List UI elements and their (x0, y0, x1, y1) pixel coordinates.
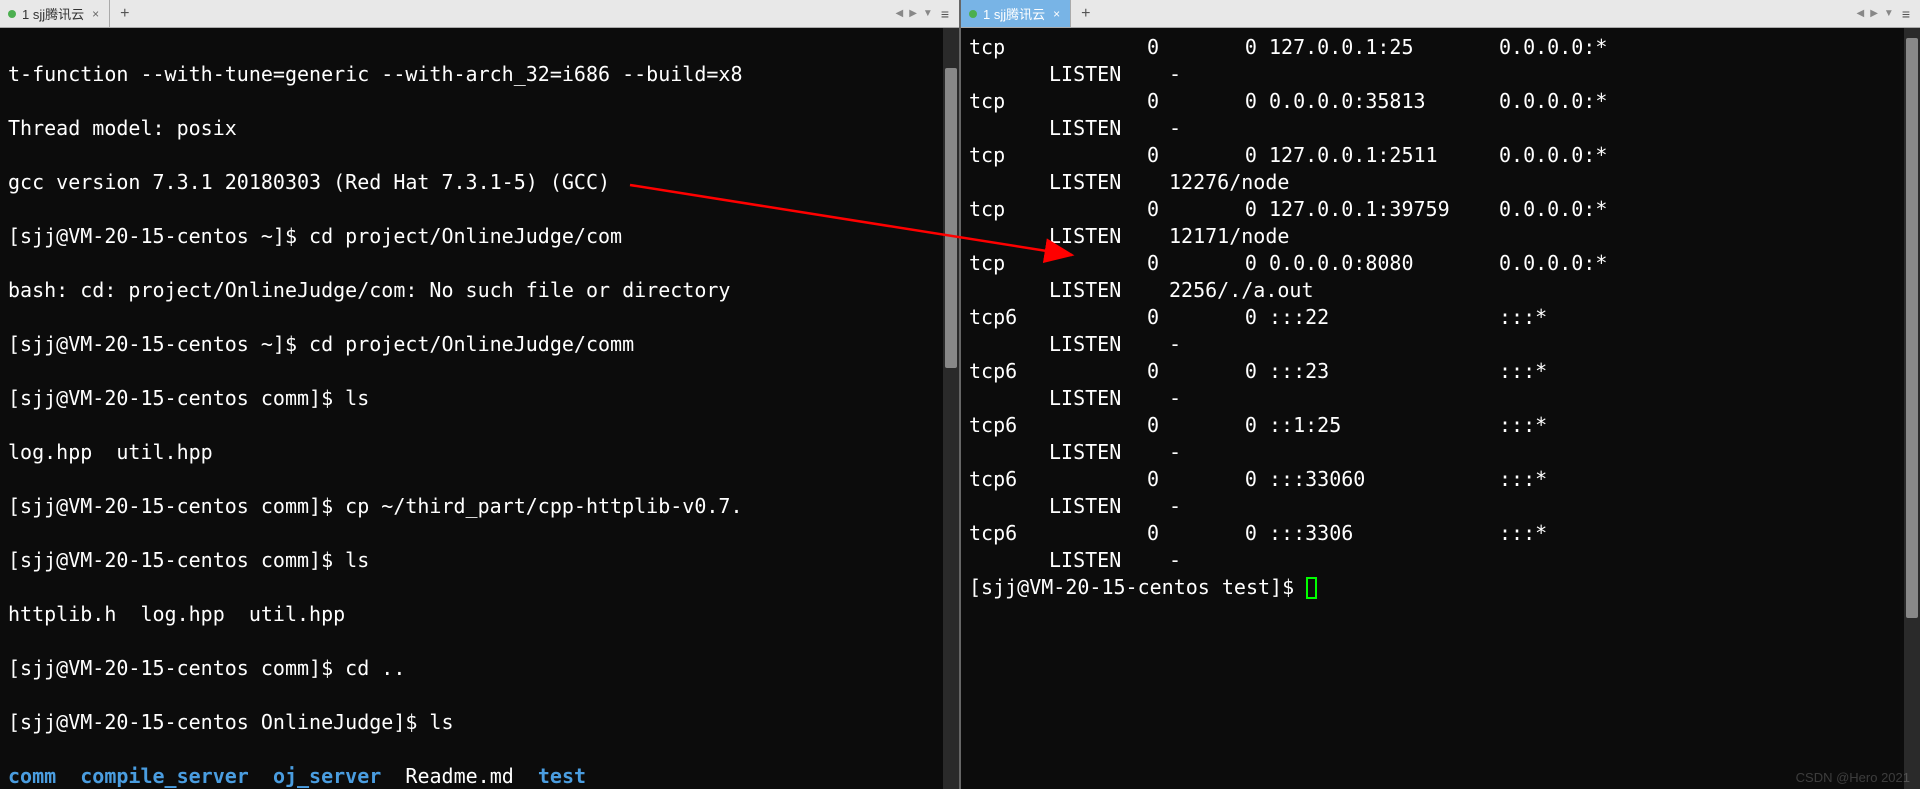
chevron-right-icon[interactable]: ▶ (907, 8, 919, 19)
terminal-line: [sjj@VM-20-15-centos OnlineJudge]$ ls (8, 709, 951, 736)
netstat-row-sub: LISTEN- (969, 439, 1912, 466)
tab-label: 1 sjj腾讯云 (22, 4, 84, 23)
netstat-row: tcp600 :::22:::* (969, 304, 1912, 331)
netstat-row-sub: LISTEN12276/node (969, 169, 1912, 196)
new-tab-button[interactable]: + (1071, 5, 1100, 23)
close-icon[interactable]: × (90, 7, 101, 21)
terminal-line: [sjj@VM-20-15-centos ~]$ cd project/Onli… (8, 331, 951, 358)
terminal-line: t-function --with-tune=generic --with-ar… (8, 61, 951, 88)
netstat-row: tcp600 :::3306:::* (969, 520, 1912, 547)
scrollbar-left[interactable] (943, 28, 959, 789)
dir-entry: test (538, 764, 586, 788)
netstat-row: tcp600 ::1:25:::* (969, 412, 1912, 439)
menu-icon[interactable]: ≡ (1898, 6, 1914, 22)
terminal-line: comm compile_server oj_server Readme.md … (8, 763, 951, 789)
cursor-icon (1306, 577, 1317, 599)
dir-entry: compile_server (80, 764, 249, 788)
terminal-line: [sjj@VM-20-15-centos comm]$ cd .. (8, 655, 951, 682)
terminal-line: Thread model: posix (8, 115, 951, 142)
tab-label: 1 sjj腾讯云 (983, 4, 1045, 23)
status-dot-icon (8, 10, 16, 18)
scrollbar-thumb[interactable] (945, 68, 957, 368)
dir-entry: comm (8, 764, 56, 788)
netstat-row-sub: LISTEN12171/node (969, 223, 1912, 250)
tab-left[interactable]: 1 sjj腾讯云 × (0, 0, 110, 27)
scrollbar-right[interactable] (1904, 28, 1920, 789)
scrollbar-thumb[interactable] (1906, 38, 1918, 618)
netstat-row-sub: LISTEN- (969, 493, 1912, 520)
terminal-left[interactable]: t-function --with-tune=generic --with-ar… (0, 28, 959, 789)
close-icon[interactable]: × (1051, 7, 1062, 21)
netstat-row-sub: LISTEN- (969, 385, 1912, 412)
terminal-right[interactable]: tcp00 127.0.0.1:250.0.0.0:*LISTEN-tcp00 … (961, 28, 1920, 789)
netstat-row: tcp00 0.0.0.0:80800.0.0.0:* (969, 250, 1912, 277)
terminal-prompt: [sjj@VM-20-15-centos test]$ (969, 574, 1912, 601)
netstat-row-sub: LISTEN- (969, 115, 1912, 142)
netstat-row: tcp600 :::23:::* (969, 358, 1912, 385)
new-tab-button[interactable]: + (110, 5, 139, 23)
netstat-row: tcp00 127.0.0.1:397590.0.0.0:* (969, 196, 1912, 223)
terminal-line: httplib.h log.hpp util.hpp (8, 601, 951, 628)
menu-icon[interactable]: ≡ (937, 6, 953, 22)
chevron-left-icon[interactable]: ◀ (894, 8, 906, 19)
terminal-line: bash: cd: project/OnlineJudge/com: No su… (8, 277, 951, 304)
netstat-row-sub: LISTEN- (969, 61, 1912, 88)
terminal-line: gcc version 7.3.1 20180303 (Red Hat 7.3.… (8, 169, 951, 196)
terminal-line: [sjj@VM-20-15-centos comm]$ cp ~/third_p… (8, 493, 951, 520)
file-entry: Readme.md (405, 764, 513, 788)
netstat-row: tcp00 0.0.0.0:358130.0.0.0:* (969, 88, 1912, 115)
chevron-left-icon[interactable]: ◀ (1855, 8, 1867, 19)
terminal-line: [sjj@VM-20-15-centos ~]$ cd project/Onli… (8, 223, 951, 250)
netstat-row-sub: LISTEN2256/./a.out (969, 277, 1912, 304)
dir-entry: oj_server (273, 764, 381, 788)
status-dot-icon (969, 10, 977, 18)
terminal-line: [sjj@VM-20-15-centos comm]$ ls (8, 547, 951, 574)
chevron-down-icon[interactable]: ▼ (1882, 8, 1896, 19)
netstat-row: tcp00 127.0.0.1:250.0.0.0:* (969, 34, 1912, 61)
tabbar-right: 1 sjj腾讯云 × + ◀ ▶ ▼ ≡ (961, 0, 1920, 28)
chevron-down-icon[interactable]: ▼ (921, 8, 935, 19)
chevron-right-icon[interactable]: ▶ (1868, 8, 1880, 19)
netstat-row-sub: LISTEN- (969, 331, 1912, 358)
left-pane: 1 sjj腾讯云 × + ◀ ▶ ▼ ≡ t-function --with-t… (0, 0, 961, 789)
tab-right[interactable]: 1 sjj腾讯云 × (961, 0, 1071, 27)
tabbar-left: 1 sjj腾讯云 × + ◀ ▶ ▼ ≡ (0, 0, 959, 28)
terminal-line: log.hpp util.hpp (8, 439, 951, 466)
netstat-row: tcp600 :::33060:::* (969, 466, 1912, 493)
watermark: CSDN @Hero 2021 (1796, 770, 1910, 785)
terminal-line: [sjj@VM-20-15-centos comm]$ ls (8, 385, 951, 412)
netstat-row: tcp00 127.0.0.1:25110.0.0.0:* (969, 142, 1912, 169)
right-pane: 1 sjj腾讯云 × + ◀ ▶ ▼ ≡ tcp00 127.0.0.1:250… (961, 0, 1920, 789)
netstat-row-sub: LISTEN- (969, 547, 1912, 574)
